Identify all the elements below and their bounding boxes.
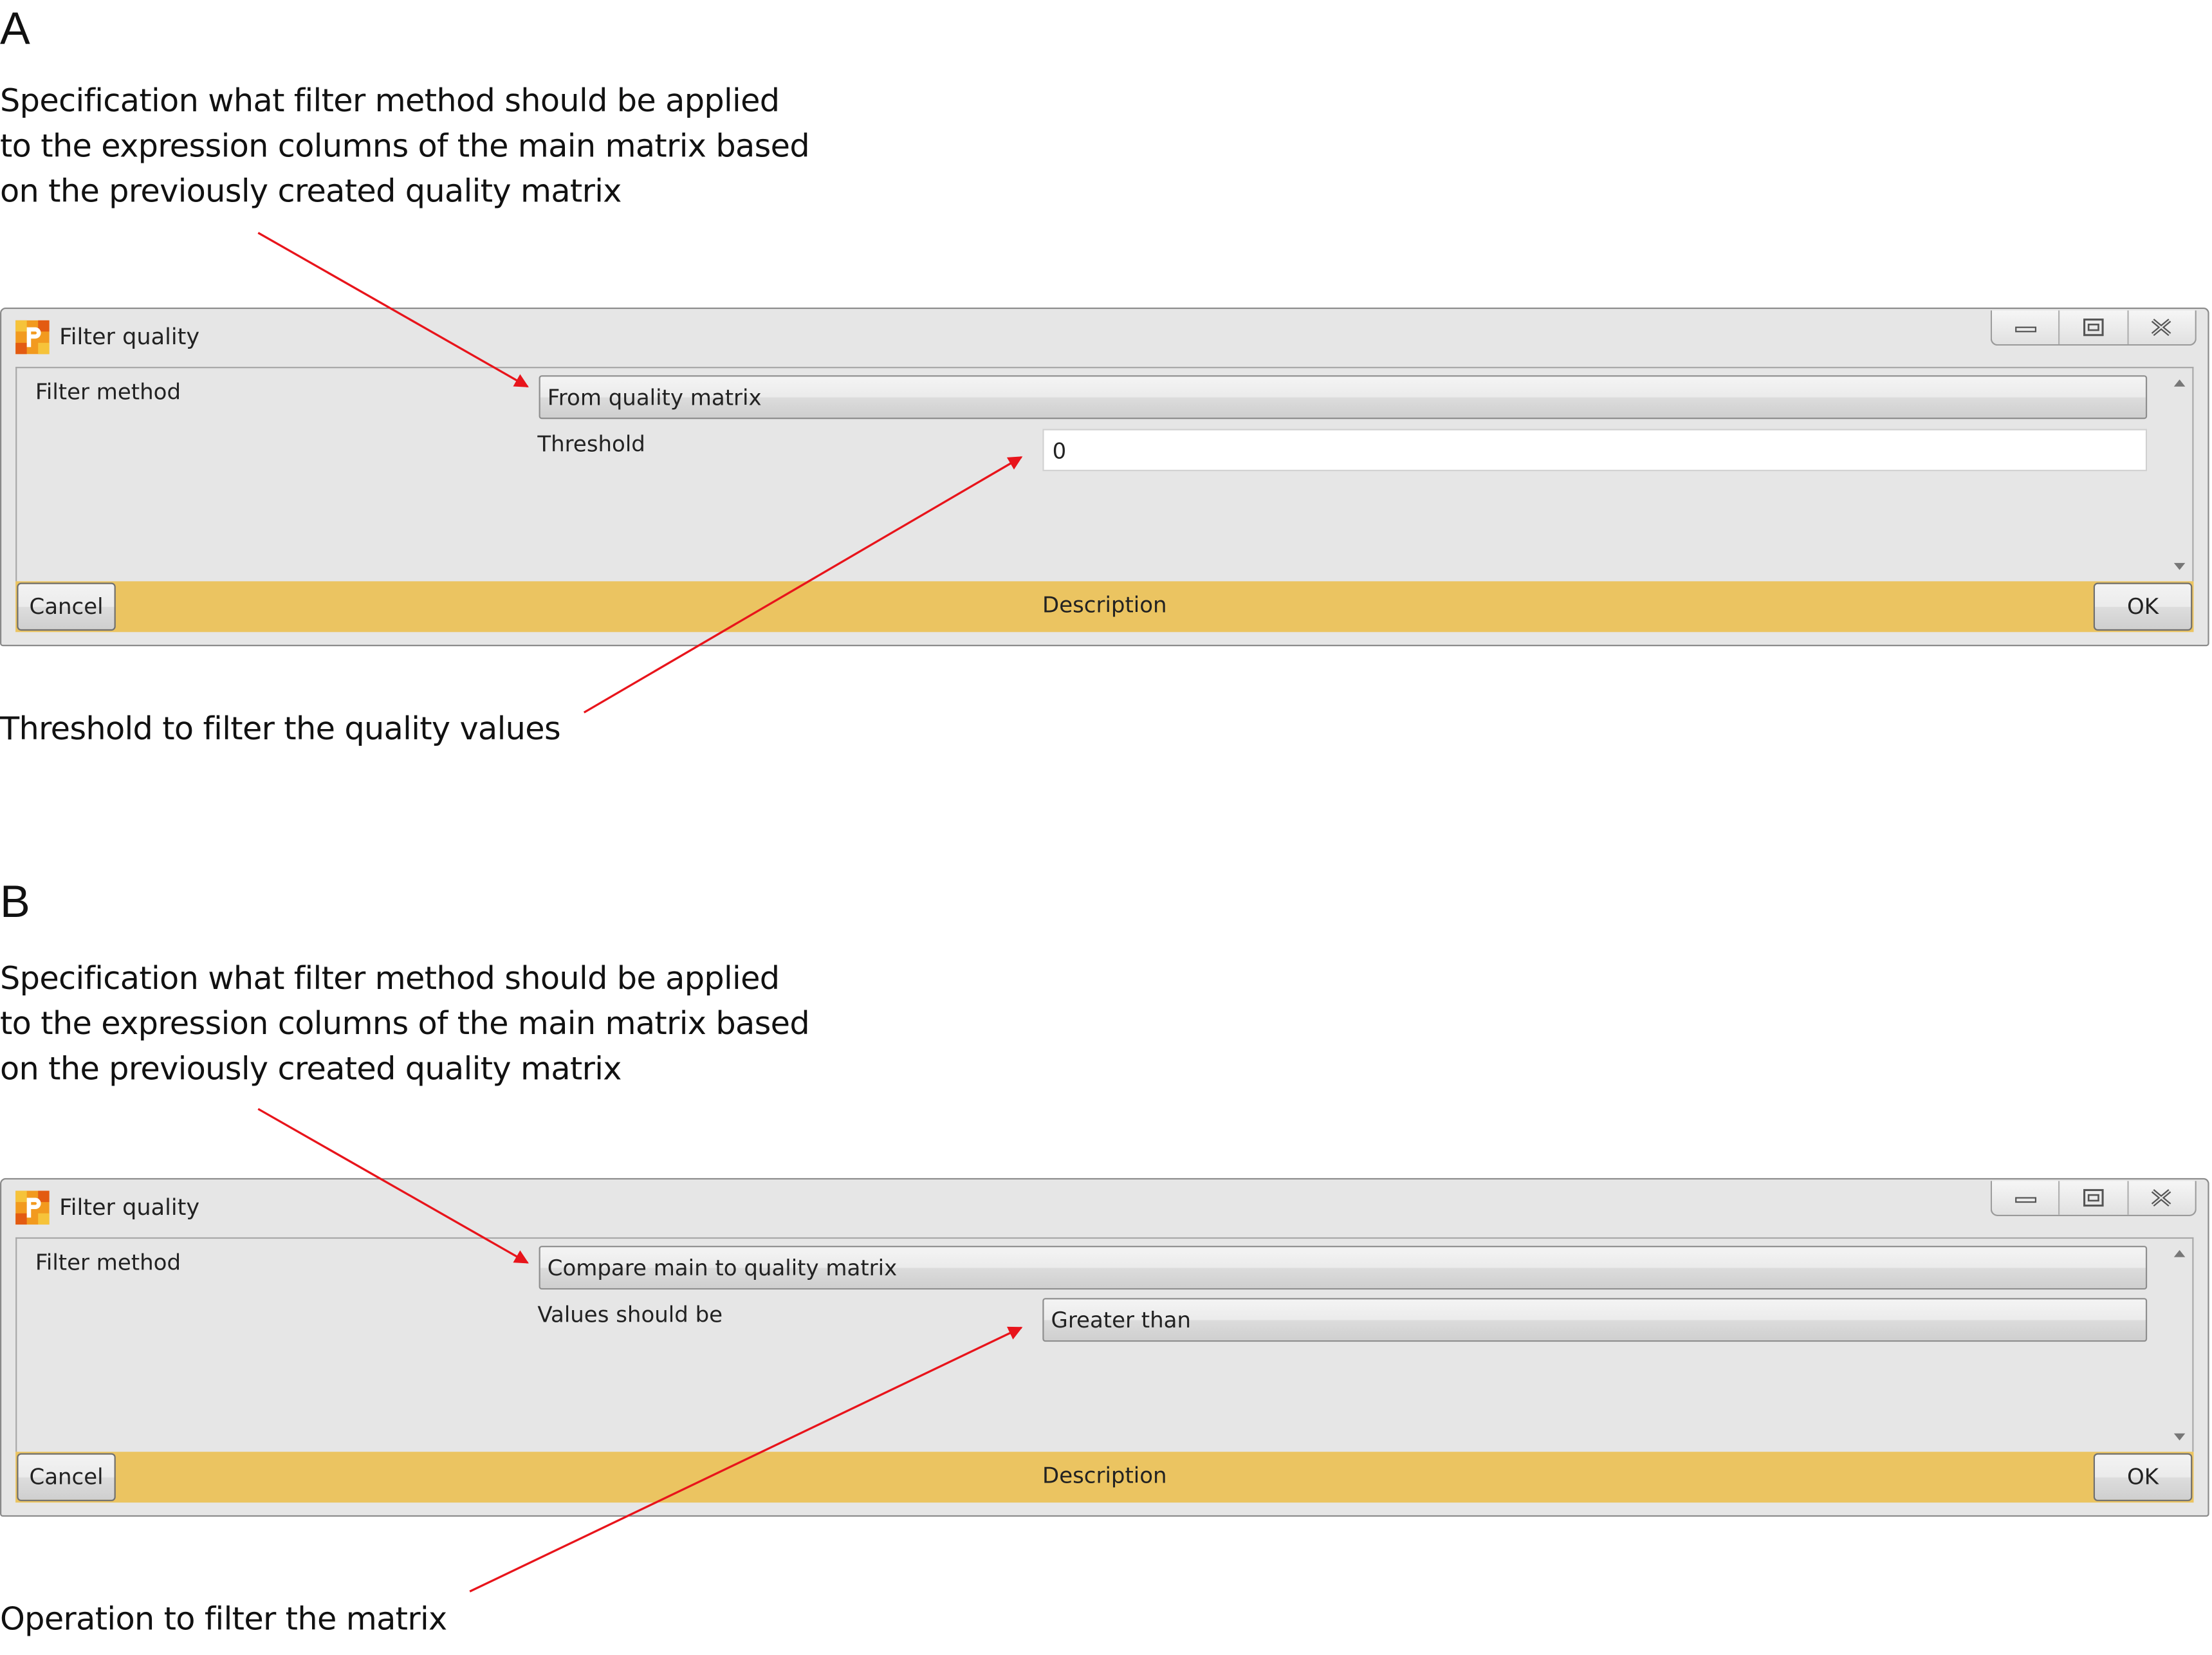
window-controls: [1990, 1181, 2197, 1217]
close-icon: [2152, 319, 2172, 337]
close-button[interactable]: [2126, 310, 2195, 344]
annotation-line: to the expression columns of the main ma…: [0, 128, 810, 165]
maximize-button[interactable]: [2058, 1181, 2127, 1215]
close-icon: [2152, 1189, 2172, 1207]
maximize-button[interactable]: [2058, 310, 2127, 344]
app-icon: [15, 320, 50, 355]
parameter-area: Filter method Compare main to quality ma…: [15, 1237, 2194, 1452]
figure: A Specification what filter method shoul…: [0, 0, 2212, 1655]
window-title: Filter quality: [59, 1193, 200, 1221]
minimize-icon: [2014, 1197, 2036, 1203]
annotation-line: Specification what filter method should …: [0, 83, 780, 120]
ok-button[interactable]: OK: [2093, 1453, 2193, 1501]
vertical-scrollbar[interactable]: [2167, 368, 2192, 581]
filter-method-value: From quality matrix: [547, 385, 762, 411]
minimize-button[interactable]: [1992, 310, 2059, 344]
parameter-area: Filter method From quality matrix Thresh…: [15, 367, 2194, 582]
maximize-icon: [2083, 1188, 2104, 1207]
filter-method-dropdown[interactable]: Compare main to quality matrix: [539, 1246, 2148, 1290]
scroll-up-icon[interactable]: [2173, 379, 2186, 387]
annotation-line: Specification what filter method should …: [0, 961, 780, 998]
panel-b-filter-method-annotation: Specification what filter method should …: [0, 957, 810, 1092]
threshold-value: 0: [1052, 438, 1067, 465]
description-label[interactable]: Description: [15, 593, 2193, 618]
threshold-input[interactable]: 0: [1042, 429, 2148, 472]
maximize-icon: [2083, 319, 2104, 337]
app-icon: [15, 1190, 50, 1225]
scroll-down-icon[interactable]: [2173, 562, 2186, 570]
annotation-line: on the previously created quality matrix: [0, 173, 622, 210]
window-title: Filter quality: [59, 323, 200, 350]
scroll-down-icon[interactable]: [2173, 1433, 2186, 1441]
threshold-label: Threshold: [537, 431, 645, 458]
values-should-be-label: Values should be: [537, 1302, 723, 1328]
panel-b-letter: B: [0, 876, 30, 927]
vertical-scrollbar[interactable]: [2167, 1239, 2192, 1452]
filter-method-dropdown[interactable]: From quality matrix: [539, 375, 2148, 420]
close-button[interactable]: [2126, 1181, 2195, 1215]
title-bar[interactable]: Filter quality: [1, 309, 2207, 365]
title-bar[interactable]: Filter quality: [1, 1179, 2207, 1236]
panel-a-threshold-annotation: Threshold to filter the quality values: [0, 711, 561, 748]
filter-method-value: Compare main to quality matrix: [547, 1255, 898, 1281]
description-bar[interactable]: Cancel Description OK: [15, 1452, 2194, 1503]
scroll-up-icon[interactable]: [2173, 1250, 2186, 1257]
comparison-operator-dropdown[interactable]: Greater than: [1042, 1298, 2148, 1342]
annotation-line: to the expression columns of the main ma…: [0, 1006, 810, 1043]
comparison-operator-value: Greater than: [1051, 1308, 1192, 1334]
panel-b-operation-annotation: Operation to filter the matrix: [0, 1601, 447, 1638]
filter-method-label: Filter method: [35, 1250, 181, 1276]
ok-button[interactable]: OK: [2093, 582, 2193, 631]
panel-a-dialog-window: Filter quality Filter method From qualit…: [0, 307, 2209, 647]
description-label[interactable]: Description: [15, 1463, 2193, 1488]
filter-method-label: Filter method: [35, 379, 181, 405]
minimize-icon: [2014, 326, 2036, 333]
description-bar[interactable]: Cancel Description OK: [15, 581, 2194, 633]
annotation-line: on the previously created quality matrix: [0, 1051, 622, 1088]
panel-a-letter: A: [0, 3, 30, 54]
window-controls: [1990, 310, 2197, 346]
panel-b-dialog-window: Filter quality Filter method Compare mai…: [0, 1178, 2209, 1517]
minimize-button[interactable]: [1992, 1181, 2059, 1215]
panel-a-filter-method-annotation: Specification what filter method should …: [0, 79, 810, 214]
